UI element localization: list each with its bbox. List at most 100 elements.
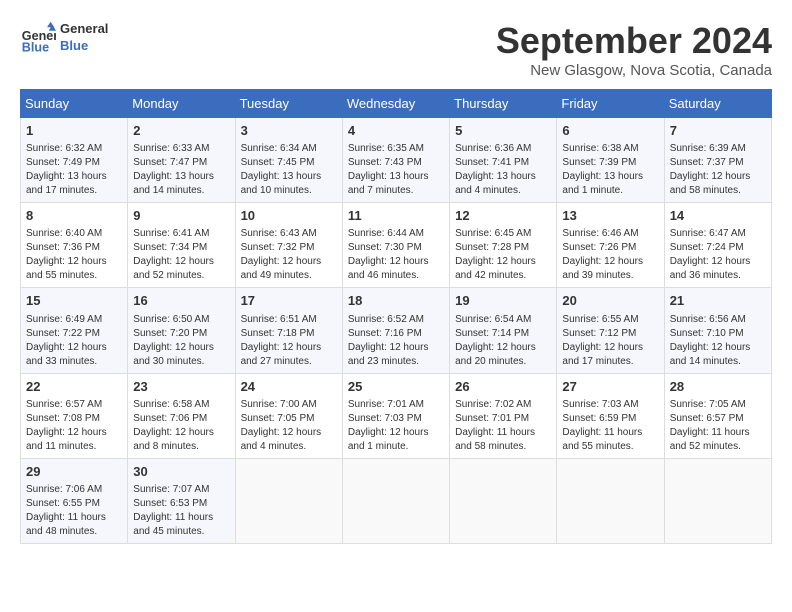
day-number: 17 (241, 292, 337, 310)
logo: General Blue General Blue (20, 20, 108, 56)
day-number: 24 (241, 378, 337, 396)
calendar-day-cell: 14 Sunrise: 6:47 AM Sunset: 7:24 PM Dayli… (664, 203, 771, 288)
day-number: 2 (133, 122, 229, 140)
calendar-day-cell: 10 Sunrise: 6:43 AM Sunset: 7:32 PM Dayli… (235, 203, 342, 288)
calendar-day-cell (557, 458, 664, 543)
calendar-day-cell: 19 Sunrise: 6:54 AM Sunset: 7:14 PM Dayli… (450, 288, 557, 373)
weekday-header: Sunday (21, 90, 128, 118)
weekday-header: Friday (557, 90, 664, 118)
calendar-day-cell: 29Sunrise: 7:06 AM Sunset: 6:55 PM Dayli… (21, 458, 128, 543)
day-number: 29 (26, 463, 122, 481)
calendar-day-cell: 7Sunrise: 6:39 AM Sunset: 7:37 PM Daylig… (664, 118, 771, 203)
calendar-day-cell: 4 Sunrise: 6:35 AM Sunset: 7:43 PM Daylig… (342, 118, 449, 203)
title-block: September 2024 New Glasgow, Nova Scotia,… (496, 20, 772, 79)
calendar-day-cell (664, 458, 771, 543)
weekday-header: Tuesday (235, 90, 342, 118)
calendar-day-cell: 17 Sunrise: 6:51 AM Sunset: 7:18 PM Dayli… (235, 288, 342, 373)
logo-text-general: General (60, 21, 108, 38)
day-info: Sunrise: 6:58 AM Sunset: 7:06 PM Dayligh… (133, 398, 229, 454)
calendar-day-cell: 20 Sunrise: 6:55 AM Sunset: 7:12 PM Dayli… (557, 288, 664, 373)
day-number: 4 (348, 122, 444, 140)
day-info: Sunrise: 6:57 AM Sunset: 7:08 PM Dayligh… (26, 398, 122, 454)
calendar-week-row: 22 Sunrise: 6:57 AM Sunset: 7:08 PM Dayli… (21, 373, 772, 458)
day-number: 8 (26, 207, 122, 225)
day-info: Sunrise: 6:50 AM Sunset: 7:20 PM Dayligh… (133, 313, 229, 369)
day-number: 7 (670, 122, 766, 140)
day-number: 20 (562, 292, 658, 310)
page-header: General Blue General Blue September 2024… (20, 20, 772, 79)
calendar-day-cell (235, 458, 342, 543)
day-info: Sunrise: 6:44 AM Sunset: 7:30 PM Dayligh… (348, 227, 444, 283)
day-info: Sunrise: 6:56 AM Sunset: 7:10 PM Dayligh… (670, 313, 766, 369)
svg-text:Blue: Blue (22, 41, 49, 55)
calendar-day-cell: 26 Sunrise: 7:02 AM Sunset: 7:01 PM Dayli… (450, 373, 557, 458)
weekday-header: Monday (128, 90, 235, 118)
calendar-day-cell: 5Sunrise: 6:36 AM Sunset: 7:41 PM Daylig… (450, 118, 557, 203)
day-info: Sunrise: 6:40 AM Sunset: 7:36 PM Dayligh… (26, 227, 122, 283)
weekday-header: Saturday (664, 90, 771, 118)
day-info: Sunrise: 6:38 AM Sunset: 7:39 PM Dayligh… (562, 142, 658, 198)
day-number: 14 (670, 207, 766, 225)
calendar-day-cell: 28 Sunrise: 7:05 AM Sunset: 6:57 PM Dayli… (664, 373, 771, 458)
day-number: 11 (348, 207, 444, 225)
day-number: 30 (133, 463, 229, 481)
day-info: Sunrise: 6:49 AM Sunset: 7:22 PM Dayligh… (26, 313, 122, 369)
day-info: Sunrise: 6:41 AM Sunset: 7:34 PM Dayligh… (133, 227, 229, 283)
calendar-day-cell: 16 Sunrise: 6:50 AM Sunset: 7:20 PM Dayli… (128, 288, 235, 373)
day-number: 25 (348, 378, 444, 396)
day-info: Sunrise: 6:55 AM Sunset: 7:12 PM Dayligh… (562, 313, 658, 369)
calendar-day-cell: 13 Sunrise: 6:46 AM Sunset: 7:26 PM Dayli… (557, 203, 664, 288)
day-number: 28 (670, 378, 766, 396)
calendar-week-row: 8 Sunrise: 6:40 AM Sunset: 7:36 PM Daylig… (21, 203, 772, 288)
calendar-week-row: 29Sunrise: 7:06 AM Sunset: 6:55 PM Dayli… (21, 458, 772, 543)
logo-text-blue: Blue (60, 38, 108, 55)
day-info: Sunrise: 6:35 AM Sunset: 7:43 PM Dayligh… (348, 142, 444, 198)
calendar-day-cell: 8 Sunrise: 6:40 AM Sunset: 7:36 PM Daylig… (21, 203, 128, 288)
calendar-day-cell: 21 Sunrise: 6:56 AM Sunset: 7:10 PM Dayli… (664, 288, 771, 373)
month-title: September 2024 (496, 20, 772, 62)
calendar-day-cell: 6 Sunrise: 6:38 AM Sunset: 7:39 PM Daylig… (557, 118, 664, 203)
day-info: Sunrise: 6:54 AM Sunset: 7:14 PM Dayligh… (455, 313, 551, 369)
calendar-day-cell: 22 Sunrise: 6:57 AM Sunset: 7:08 PM Dayli… (21, 373, 128, 458)
day-number: 6 (562, 122, 658, 140)
day-info: Sunrise: 6:46 AM Sunset: 7:26 PM Dayligh… (562, 227, 658, 283)
calendar-day-cell: 24 Sunrise: 7:00 AM Sunset: 7:05 PM Dayli… (235, 373, 342, 458)
day-number: 26 (455, 378, 551, 396)
calendar-day-cell: 11 Sunrise: 6:44 AM Sunset: 7:30 PM Dayli… (342, 203, 449, 288)
day-info: Sunrise: 6:51 AM Sunset: 7:18 PM Dayligh… (241, 313, 337, 369)
day-number: 19 (455, 292, 551, 310)
day-number: 16 (133, 292, 229, 310)
day-number: 27 (562, 378, 658, 396)
location-title: New Glasgow, Nova Scotia, Canada (496, 62, 772, 79)
day-info: Sunrise: 6:43 AM Sunset: 7:32 PM Dayligh… (241, 227, 337, 283)
day-info: Sunrise: 7:02 AM Sunset: 7:01 PM Dayligh… (455, 398, 551, 454)
day-number: 21 (670, 292, 766, 310)
day-number: 15 (26, 292, 122, 310)
calendar-day-cell: 18 Sunrise: 6:52 AM Sunset: 7:16 PM Dayli… (342, 288, 449, 373)
calendar-table: SundayMondayTuesdayWednesdayThursdayFrid… (20, 89, 772, 544)
day-number: 12 (455, 207, 551, 225)
day-number: 23 (133, 378, 229, 396)
day-number: 18 (348, 292, 444, 310)
calendar-day-cell (342, 458, 449, 543)
calendar-day-cell: 23 Sunrise: 6:58 AM Sunset: 7:06 PM Dayli… (128, 373, 235, 458)
day-number: 3 (241, 122, 337, 140)
calendar-day-cell (450, 458, 557, 543)
day-info: Sunrise: 7:00 AM Sunset: 7:05 PM Dayligh… (241, 398, 337, 454)
day-number: 1 (26, 122, 122, 140)
calendar-day-cell: 27 Sunrise: 7:03 AM Sunset: 6:59 PM Dayli… (557, 373, 664, 458)
calendar-day-cell: 25Sunrise: 7:01 AM Sunset: 7:03 PM Dayli… (342, 373, 449, 458)
day-number: 22 (26, 378, 122, 396)
day-info: Sunrise: 7:05 AM Sunset: 6:57 PM Dayligh… (670, 398, 766, 454)
logo-icon: General Blue (20, 20, 56, 56)
day-number: 13 (562, 207, 658, 225)
day-number: 10 (241, 207, 337, 225)
day-info: Sunrise: 6:45 AM Sunset: 7:28 PM Dayligh… (455, 227, 551, 283)
weekday-header: Thursday (450, 90, 557, 118)
day-info: Sunrise: 6:52 AM Sunset: 7:16 PM Dayligh… (348, 313, 444, 369)
day-info: Sunrise: 6:47 AM Sunset: 7:24 PM Dayligh… (670, 227, 766, 283)
calendar-day-cell: 15 Sunrise: 6:49 AM Sunset: 7:22 PM Dayli… (21, 288, 128, 373)
calendar-week-row: 15 Sunrise: 6:49 AM Sunset: 7:22 PM Dayli… (21, 288, 772, 373)
calendar-day-cell: 2Sunrise: 6:33 AM Sunset: 7:47 PM Daylig… (128, 118, 235, 203)
day-info: Sunrise: 7:03 AM Sunset: 6:59 PM Dayligh… (562, 398, 658, 454)
